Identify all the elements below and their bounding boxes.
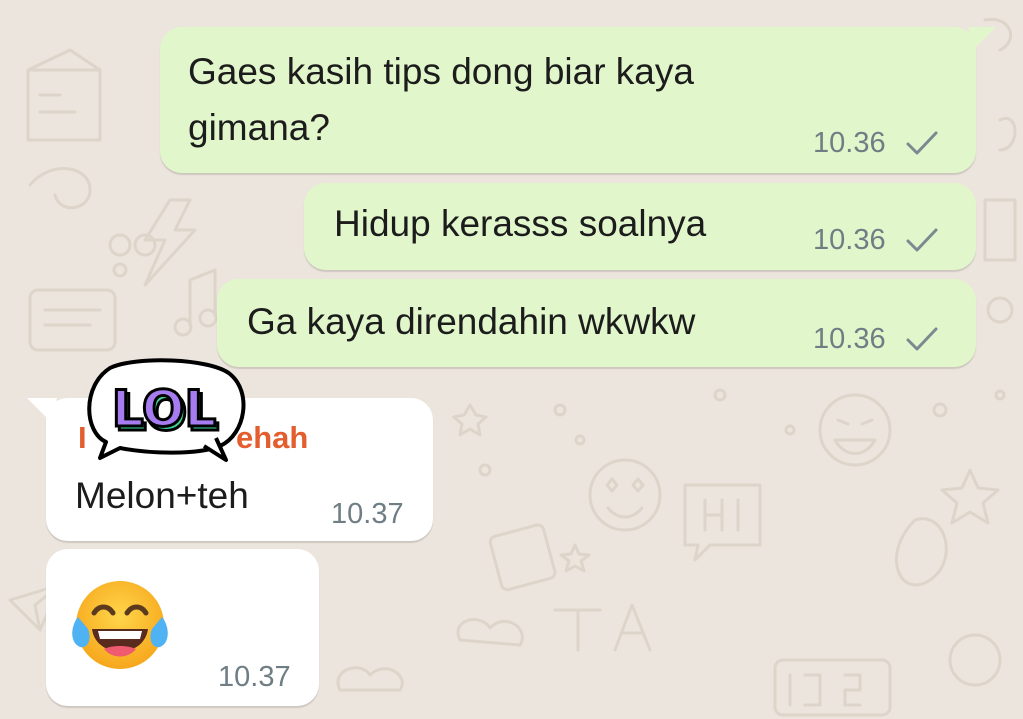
message-timestamp: 10.36	[813, 127, 886, 159]
outgoing-message-bubble[interactable]: Hidup kerasss soalnya 10.36	[304, 183, 976, 270]
outgoing-message-bubble[interactable]: Gaes kasih tips dong biar kaya gimana? 1…	[160, 27, 976, 173]
message-text-line-1: Gaes kasih tips dong biar kaya	[188, 51, 694, 92]
outgoing-message-bubble[interactable]: Ga kaya direndahin wkwkw 10.36	[217, 279, 976, 367]
message-text: Ga kaya direndahin wkwkw	[247, 301, 696, 342]
message-timestamp: 10.36	[813, 323, 886, 355]
message-text-line-2: gimana?	[188, 107, 330, 148]
incoming-message-bubble[interactable]: 10.37	[46, 549, 319, 706]
message-timestamp: 10.37	[218, 661, 291, 693]
face-with-tears-of-joy-icon	[72, 581, 168, 669]
message-timestamp: 10.36	[813, 224, 886, 256]
single-check-icon	[906, 131, 938, 155]
message-timestamp: 10.37	[331, 498, 404, 530]
single-check-icon	[906, 327, 938, 351]
single-check-icon	[906, 228, 938, 252]
bubble-tail	[968, 27, 996, 49]
message-text: Melon+teh	[75, 475, 249, 516]
lol-sticker-icon[interactable]: LOL LOL	[80, 356, 248, 466]
sticker-text: LOL	[112, 380, 216, 438]
message-text: Hidup kerasss soalnya	[334, 203, 707, 244]
